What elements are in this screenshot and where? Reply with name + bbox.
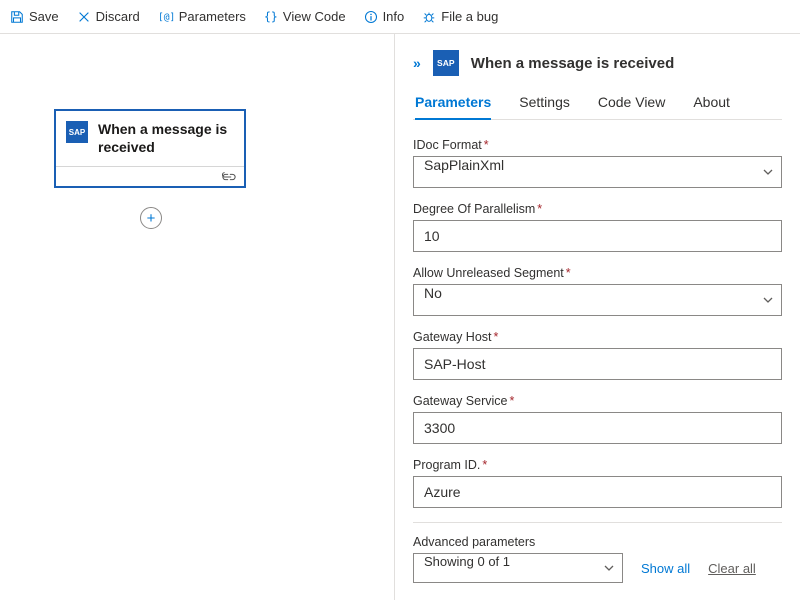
trigger-card-header: SAP When a message is received <box>56 111 244 166</box>
tab-code-view[interactable]: Code View <box>598 90 665 120</box>
bug-icon <box>422 10 436 24</box>
field-gateway-host: Gateway Host* <box>413 330 782 380</box>
parameters-icon: [@] <box>158 10 174 24</box>
tab-parameters[interactable]: Parameters <box>415 90 491 120</box>
tab-settings[interactable]: Settings <box>519 90 570 120</box>
workspace: SAP When a message is received + » SAP W… <box>0 34 800 600</box>
file-bug-label: File a bug <box>441 9 498 24</box>
field-program-id: Program ID.* <box>413 458 782 508</box>
allow-unreleased-select[interactable]: No <box>413 284 782 316</box>
clear-all-link[interactable]: Clear all <box>708 561 756 576</box>
allow-unreleased-label: Allow Unreleased Segment* <box>413 266 782 280</box>
add-step-button[interactable]: + <box>140 207 162 229</box>
field-parallelism: Degree Of Parallelism* <box>413 202 782 252</box>
advanced-parameters-section: Advanced parameters Showing 0 of 1 Show … <box>413 522 782 583</box>
info-label: Info <box>383 9 405 24</box>
gateway-service-input[interactable] <box>413 412 782 444</box>
field-gateway-service: Gateway Service* <box>413 394 782 444</box>
trigger-card-title: When a message is received <box>98 121 232 156</box>
program-id-label: Program ID.* <box>413 458 782 472</box>
svg-text:[@]: [@] <box>158 12 174 23</box>
save-icon <box>10 10 24 24</box>
panel-title: When a message is received <box>471 55 674 72</box>
parallelism-label: Degree Of Parallelism* <box>413 202 782 216</box>
parameters-button[interactable]: [@] Parameters <box>158 9 246 24</box>
idoc-format-select[interactable]: SapPlainXml <box>413 156 782 188</box>
field-allow-unreleased: Allow Unreleased Segment* No <box>413 266 782 316</box>
discard-label: Discard <box>96 9 140 24</box>
trigger-card-footer <box>56 166 244 186</box>
trigger-card[interactable]: SAP When a message is received <box>54 109 246 188</box>
show-all-link[interactable]: Show all <box>641 561 690 576</box>
field-idoc-format: IDoc Format* SapPlainXml <box>413 138 782 188</box>
sap-badge-icon: SAP <box>66 121 88 143</box>
info-button[interactable]: Info <box>364 9 405 24</box>
idoc-format-label: IDoc Format* <box>413 138 782 152</box>
save-label: Save <box>29 9 59 24</box>
gateway-host-label: Gateway Host* <box>413 330 782 344</box>
panel-header: » SAP When a message is received <box>413 50 782 76</box>
braces-icon: {} <box>264 10 278 24</box>
program-id-input[interactable] <box>413 476 782 508</box>
panel-tabs: Parameters Settings Code View About <box>413 90 782 120</box>
gateway-host-input[interactable] <box>413 348 782 380</box>
close-icon <box>77 10 91 24</box>
designer-canvas[interactable]: SAP When a message is received + <box>0 34 395 600</box>
info-icon <box>364 10 378 24</box>
file-bug-button[interactable]: File a bug <box>422 9 498 24</box>
advanced-parameters-select[interactable]: Showing 0 of 1 <box>413 553 623 583</box>
gateway-service-label: Gateway Service* <box>413 394 782 408</box>
sap-badge-icon: SAP <box>433 50 459 76</box>
view-code-label: View Code <box>283 9 346 24</box>
tab-about[interactable]: About <box>693 90 730 120</box>
view-code-button[interactable]: {} View Code <box>264 9 346 24</box>
parameters-label: Parameters <box>179 9 246 24</box>
parallelism-input[interactable] <box>413 220 782 252</box>
svg-text:{}: {} <box>264 10 278 24</box>
toolbar: Save Discard [@] Parameters {} View Code… <box>0 0 800 34</box>
properties-panel: » SAP When a message is received Paramet… <box>395 34 800 600</box>
advanced-parameters-label: Advanced parameters <box>413 535 782 549</box>
plus-icon: + <box>147 210 156 227</box>
save-button[interactable]: Save <box>10 9 59 24</box>
collapse-panel-button[interactable]: » <box>413 55 421 71</box>
link-icon <box>222 172 236 182</box>
discard-button[interactable]: Discard <box>77 9 140 24</box>
